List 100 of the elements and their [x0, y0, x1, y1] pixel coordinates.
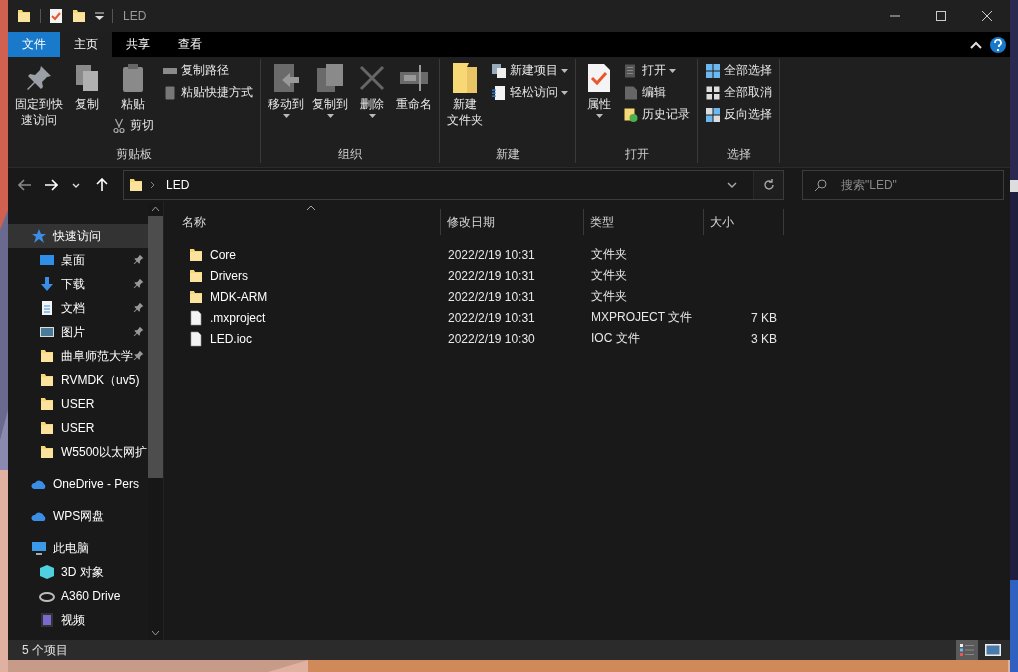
nav-item[interactable]: USER	[8, 392, 148, 416]
file-name[interactable]: Drivers	[176, 267, 441, 284]
ribbon-button[interactable]: 编辑	[620, 82, 693, 103]
column-header[interactable]: 名称	[176, 209, 441, 235]
help-button[interactable]	[990, 36, 1006, 53]
ribbon-button[interactable]: 属性	[580, 60, 618, 120]
search-icon	[814, 179, 827, 192]
refresh-button[interactable]	[753, 171, 783, 199]
nav-item[interactable]: W5500以太网扩	[8, 440, 148, 464]
download-icon	[39, 276, 55, 292]
nav-item[interactable]: 此电脑	[8, 536, 148, 560]
size-cell-text: 3 KB	[750, 331, 778, 346]
ribbon-button[interactable]: 新建项目	[488, 60, 571, 81]
ribbon-button[interactable]: 打开	[620, 60, 693, 81]
scissors-icon	[111, 117, 127, 134]
customize-caret-icon[interactable]	[95, 11, 104, 21]
file-name[interactable]: Core	[176, 246, 441, 263]
group-label: 选择	[725, 146, 752, 163]
pin-icon	[133, 302, 144, 313]
new-item-icon	[491, 62, 507, 79]
folder-icon	[188, 267, 204, 284]
caret-icon	[368, 114, 376, 118]
chevron-icon	[150, 181, 157, 189]
details-view-button[interactable]	[956, 640, 978, 660]
nav-item[interactable]: 图片	[8, 320, 148, 344]
nav-item[interactable]: RVMDK（uv5)	[8, 368, 148, 392]
scroll-down-icon[interactable]	[151, 630, 160, 636]
ribbon-tab[interactable]: 查看	[164, 32, 216, 57]
maximize-icon	[936, 11, 946, 21]
ribbon-button[interactable]: 粘贴快捷方式	[159, 82, 256, 103]
search-field[interactable]: 搜索"LED"	[802, 170, 1004, 200]
ribbon-tab[interactable]: 文件	[8, 32, 60, 57]
nav-item[interactable]: OneDrive - Pers	[8, 472, 148, 496]
column-header[interactable]: 修改日期	[441, 209, 584, 235]
ribbon-button[interactable]: 新建 文件夹	[444, 60, 486, 130]
ribbon-button[interactable]: 全部选择	[702, 60, 775, 81]
file-name[interactable]: MDK-ARM	[176, 288, 441, 305]
ribbon-button[interactable]: 历史记录	[620, 104, 693, 125]
folder-icon	[16, 8, 32, 24]
ribbon-button[interactable]: 复制	[68, 60, 106, 114]
folder-icon	[39, 420, 55, 436]
ribbon-button[interactable]: 全部取消	[702, 82, 775, 103]
nav-item[interactable]: 3D 对象	[8, 560, 148, 584]
ribbon-button[interactable]: 轻松访问	[488, 82, 571, 103]
address-field[interactable]: LED	[123, 170, 784, 200]
type-cell-text: 文件夹	[590, 246, 628, 263]
film-icon	[39, 612, 55, 628]
folder-icon	[39, 396, 55, 412]
caret-icon	[669, 68, 676, 73]
column-header[interactable]: 类型	[584, 209, 704, 235]
file-name[interactable]: .mxproject	[176, 309, 441, 326]
ribbon-button[interactable]: 粘贴	[108, 60, 157, 114]
minimize-icon	[890, 15, 900, 17]
monitor-icon	[31, 540, 47, 556]
caret-icon	[282, 114, 290, 118]
item-count: 5 个项目	[22, 641, 68, 659]
folder-icon	[39, 348, 55, 364]
ribbon-button[interactable]: 复制到	[309, 60, 351, 120]
column-header[interactable]: 大小	[704, 209, 784, 235]
group-label: 组织	[337, 146, 363, 163]
nav-item[interactable]: 桌面	[8, 248, 148, 272]
folder-icon	[128, 177, 145, 193]
date-cell-text: 2022/2/19 10:31	[447, 268, 536, 283]
ribbon-button[interactable]: 剪切	[108, 115, 157, 136]
sort-caret-icon	[306, 205, 316, 211]
back-arrow-icon	[17, 179, 32, 191]
ribbon-button[interactable]: 固定到快 速访问	[12, 60, 66, 130]
breadcrumb[interactable]: LED	[162, 178, 194, 192]
collapse-ribbon-icon[interactable]	[970, 40, 982, 49]
ribbon-button[interactable]: 删除	[353, 60, 391, 120]
desktop-icon	[39, 252, 55, 268]
ribbon-button[interactable]: 重命名	[393, 60, 435, 114]
file-icon	[188, 309, 204, 326]
nav-item[interactable]: 文档	[8, 296, 148, 320]
nav-item[interactable]: USER	[8, 416, 148, 440]
dropdown-icon[interactable]	[727, 182, 737, 188]
refresh-icon	[762, 179, 775, 191]
select-all-icon	[705, 62, 721, 79]
picture-icon	[39, 324, 55, 340]
ribbon-tab[interactable]: 主页	[60, 32, 112, 57]
ribbon-button[interactable]: 反向选择	[702, 104, 775, 125]
scrollbar-thumb[interactable]	[148, 216, 163, 478]
group-label: 剪贴板	[115, 146, 153, 163]
ribbon-tab[interactable]: 共享	[112, 32, 164, 57]
nav-item[interactable]: 快速访问	[8, 224, 148, 248]
nav-item[interactable]: 视频	[8, 608, 148, 632]
properties-icon[interactable]	[49, 8, 63, 24]
up-arrow-icon	[96, 178, 109, 192]
scroll-up-icon[interactable]	[151, 206, 160, 212]
nav-item[interactable]: A360 Drive	[8, 584, 148, 608]
ribbon-button[interactable]: 移动到	[265, 60, 307, 120]
nav-item[interactable]: 下载	[8, 272, 148, 296]
ribbon-button[interactable]: 复制路径	[159, 60, 256, 81]
pin-icon	[133, 326, 144, 337]
file-name[interactable]: LED.ioc	[176, 330, 441, 347]
nav-item[interactable]: WPS网盘	[8, 504, 148, 528]
nav-item[interactable]: 曲阜师范大学	[8, 344, 148, 368]
folder-icon	[188, 288, 204, 305]
date-cell-text: 2022/2/19 10:31	[447, 310, 536, 325]
pin-icon	[133, 350, 144, 361]
